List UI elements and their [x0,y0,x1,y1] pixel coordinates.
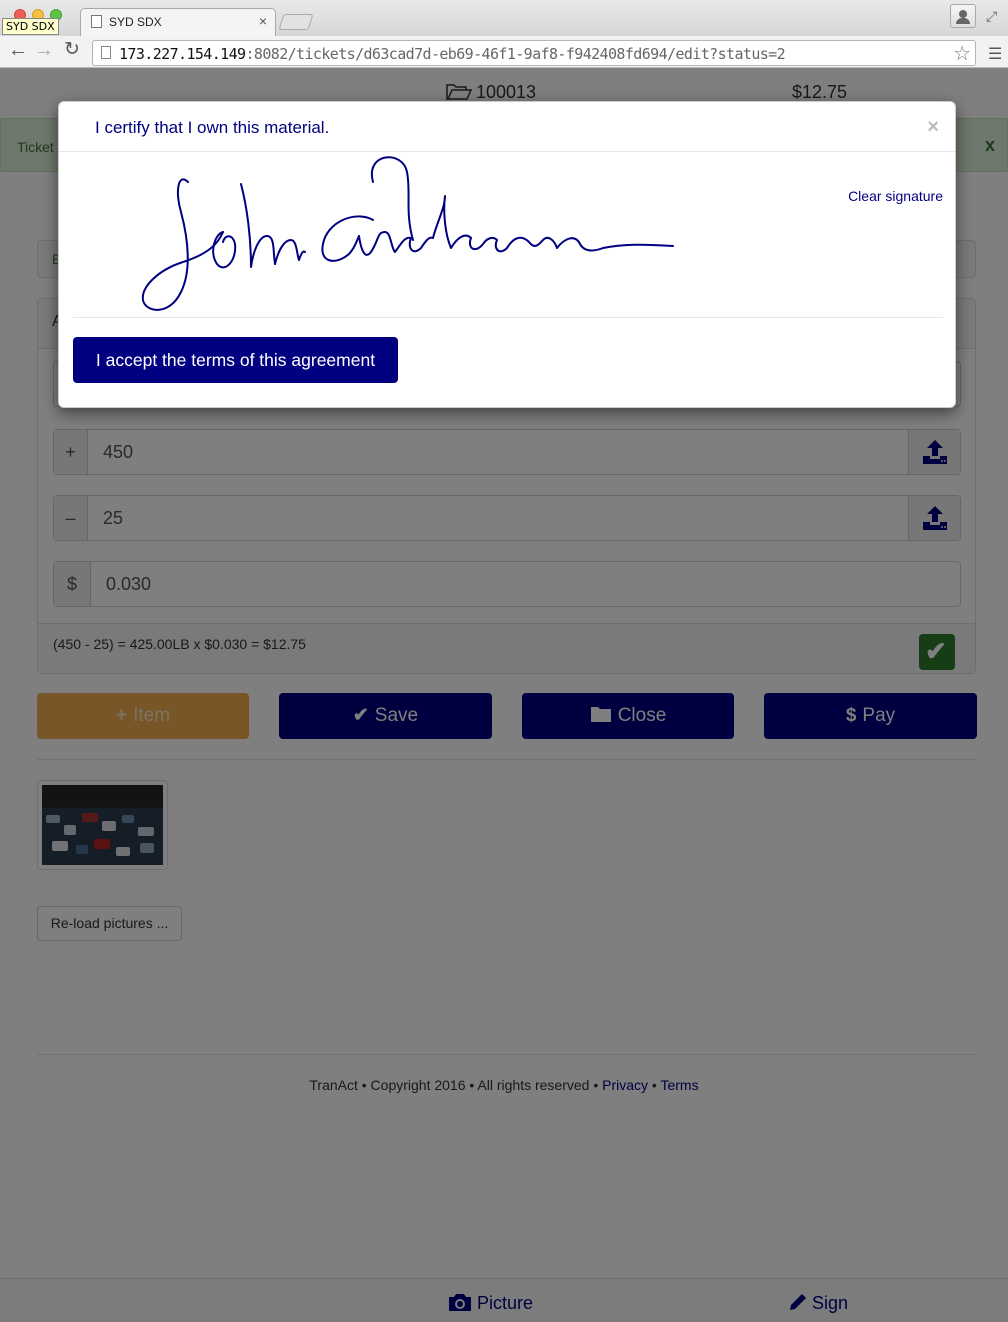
tab-tooltip: SYD SDX [2,18,59,35]
star-icon[interactable]: ☆ [953,41,971,66]
user-icon [959,10,967,18]
modal-header: I certify that I own this material. × [59,102,955,152]
browser-titlebar: SYD SDX SYD SDX × ⤢ [0,0,1008,36]
fullscreen-icon[interactable]: ⤢ [986,8,997,25]
signature-modal: I certify that I own this material. × Cl… [58,101,956,408]
clear-signature-link[interactable]: Clear signature [848,188,943,204]
tab-close-icon[interactable]: × [259,13,267,29]
arrow-left-icon[interactable]: ← [8,40,28,60]
arrow-right-icon[interactable]: → [34,40,54,60]
reload-icon[interactable]: ↻ [64,40,80,60]
tab-title: SYD SDX [109,15,162,29]
signature-drawing [141,156,674,311]
modal-title: I certify that I own this material. [95,118,330,137]
address-bar[interactable]: 173.227.154.149:8082/tickets/d63cad7d-eb… [92,40,976,66]
url-text[interactable]: 173.227.154.149:8082/tickets/d63cad7d-eb… [119,45,786,63]
browser-tab[interactable]: SYD SDX × [80,8,276,36]
accept-terms-button[interactable]: I accept the terms of this agreement [73,337,398,383]
signature-pad[interactable]: Clear signature [73,152,943,318]
browser-toolbar: ← → ↻ 173.227.154.149:8082/tickets/d63ca… [0,36,1008,68]
close-icon[interactable]: × [927,116,939,139]
new-tab-button[interactable] [278,14,314,30]
hamburger-menu-icon[interactable]: ☰ [988,44,1002,64]
profile-button[interactable] [950,4,976,28]
page-icon [101,46,111,59]
page-icon [91,15,102,28]
